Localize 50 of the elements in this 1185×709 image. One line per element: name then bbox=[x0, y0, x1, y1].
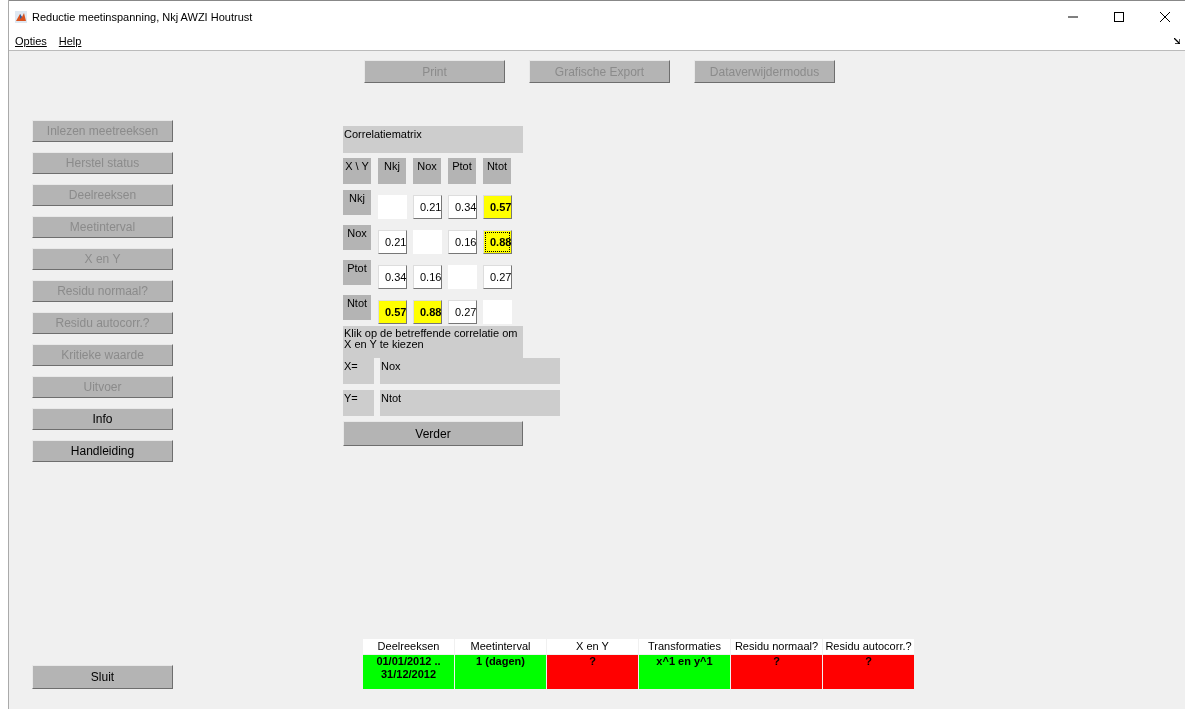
correlation-button[interactable]: 0.34 bbox=[378, 265, 407, 289]
table-header: Residu autocorr.? bbox=[823, 639, 914, 654]
table-cell: ? bbox=[731, 655, 822, 689]
app-icon bbox=[15, 10, 27, 23]
maximize-icon[interactable] bbox=[1114, 11, 1124, 22]
table-header: Meetinterval bbox=[455, 639, 546, 654]
close-button[interactable]: Sluit bbox=[32, 665, 173, 689]
correlation-button[interactable]: 0.16 bbox=[448, 230, 477, 254]
row-header: Ntot bbox=[343, 295, 371, 320]
correlation-button[interactable]: 0.88 bbox=[413, 300, 442, 324]
table-cell: ? bbox=[823, 655, 914, 689]
y-label: Y= bbox=[343, 390, 374, 416]
correlation-button[interactable]: 0.16 bbox=[413, 265, 442, 289]
menu-item[interactable]: Opties bbox=[15, 35, 47, 47]
column-header: Nkj bbox=[378, 158, 406, 184]
correlation-button[interactable]: 0.88 bbox=[483, 230, 512, 254]
correlation-button[interactable]: 0.57 bbox=[483, 195, 512, 219]
correlation-button[interactable]: 0.57 bbox=[378, 300, 407, 324]
table-cell: 01/01/2012 .. 31/12/2012 bbox=[363, 655, 454, 689]
y-value: Ntot bbox=[380, 390, 560, 416]
table-header: Residu normaal? bbox=[731, 639, 822, 654]
row-header: Nkj bbox=[343, 190, 371, 215]
row-header: Ptot bbox=[343, 260, 371, 285]
sidebar-button[interactable]: Info bbox=[32, 408, 173, 430]
table-cell: x^1 en y^1 bbox=[639, 655, 730, 689]
next-button[interactable]: Verder bbox=[343, 421, 523, 446]
matrix-title: Correlatiematrix bbox=[343, 126, 523, 153]
correlation-button[interactable]: 0.34 bbox=[448, 195, 477, 219]
table-header: X en Y bbox=[547, 639, 638, 654]
instruction-text: Klik op de betreffende correlatie om X en Y te kiezen bbox=[343, 326, 523, 358]
table-header: Deelreeksen bbox=[363, 639, 454, 654]
row-header: Nox bbox=[343, 225, 371, 250]
table-cell: ? bbox=[547, 655, 638, 689]
column-header: Nox bbox=[413, 158, 441, 184]
close-icon[interactable] bbox=[1160, 11, 1170, 22]
column-header: Ptot bbox=[448, 158, 476, 184]
table-header: Transformaties bbox=[639, 639, 730, 654]
sidebar-button[interactable]: Handleiding bbox=[32, 440, 173, 462]
menu-item[interactable]: Help bbox=[58, 35, 82, 47]
window-title: Reductie meetinspanning, Nkj AWZI Houtrust bbox=[32, 10, 253, 23]
correlation-button[interactable]: 0.27 bbox=[483, 265, 512, 289]
x-label: X= bbox=[343, 358, 374, 384]
correlation-button[interactable]: 0.21 bbox=[413, 195, 442, 219]
correlation-button[interactable]: 0.21 bbox=[378, 230, 407, 254]
correlation-button[interactable]: 0.27 bbox=[448, 300, 477, 324]
matrix-header: X \ Y bbox=[343, 158, 371, 184]
dock-arrow-icon[interactable] bbox=[1174, 38, 1180, 44]
column-header: Ntot bbox=[483, 158, 511, 184]
table-cell: 1 (dagen) bbox=[455, 655, 546, 689]
x-value: Nox bbox=[380, 358, 560, 384]
